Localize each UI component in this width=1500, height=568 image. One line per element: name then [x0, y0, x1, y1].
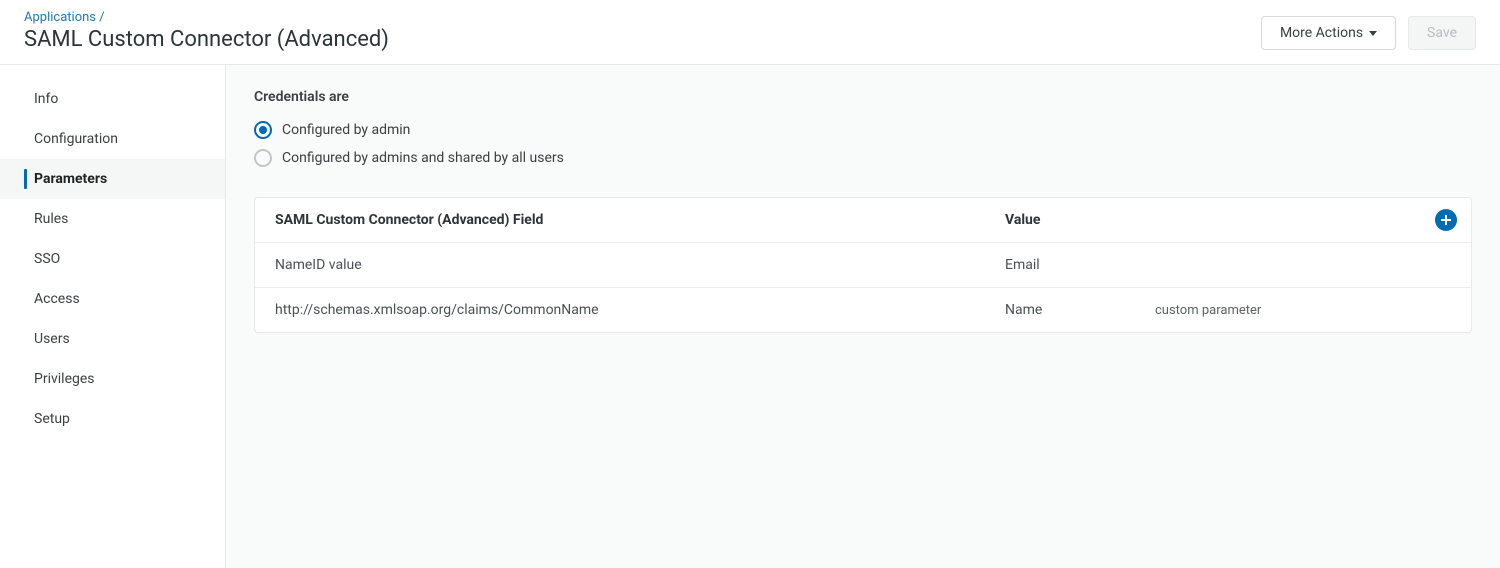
- header-left: Applications / SAML Custom Connector (Ad…: [24, 10, 389, 52]
- plus-icon: [1440, 214, 1452, 226]
- header-actions: More Actions Save: [1261, 10, 1476, 50]
- parameters-table: SAML Custom Connector (Advanced) Field V…: [254, 197, 1472, 333]
- sidebar-item-sso[interactable]: SSO: [0, 239, 225, 279]
- column-header-value: Value: [1005, 212, 1155, 228]
- sidebar-item-info[interactable]: Info: [0, 79, 225, 119]
- main-content: Credentials are Configured by admin Conf…: [226, 65, 1500, 568]
- more-actions-label: More Actions: [1280, 25, 1363, 41]
- sidebar-item-rules[interactable]: Rules: [0, 199, 225, 239]
- cell-value: Name: [1005, 302, 1155, 318]
- radio-configured-and-shared[interactable]: Configured by admins and shared by all u…: [254, 149, 1472, 167]
- save-label: Save: [1427, 25, 1457, 41]
- radio-label: Configured by admin: [282, 122, 410, 138]
- save-button[interactable]: Save: [1408, 16, 1476, 50]
- sidebar: Info Configuration Parameters Rules SSO …: [0, 65, 226, 568]
- sidebar-item-access[interactable]: Access: [0, 279, 225, 319]
- table-row[interactable]: http://schemas.xmlsoap.org/claims/Common…: [255, 288, 1471, 332]
- parameters-header-row: SAML Custom Connector (Advanced) Field V…: [255, 198, 1471, 243]
- radio-configured-by-admin[interactable]: Configured by admin: [254, 121, 1472, 139]
- sidebar-item-parameters[interactable]: Parameters: [0, 159, 225, 199]
- credentials-radio-group: Configured by admin Configured by admins…: [254, 121, 1472, 167]
- add-parameter-button[interactable]: [1435, 209, 1457, 231]
- column-header-field: SAML Custom Connector (Advanced) Field: [275, 212, 1005, 228]
- sidebar-item-setup[interactable]: Setup: [0, 399, 225, 439]
- credentials-heading: Credentials are: [254, 89, 1472, 105]
- cell-note: custom parameter: [1155, 303, 1451, 318]
- page-header: Applications / SAML Custom Connector (Ad…: [0, 0, 1500, 65]
- breadcrumb-separator: /: [99, 10, 104, 25]
- sidebar-item-configuration[interactable]: Configuration: [0, 119, 225, 159]
- more-actions-button[interactable]: More Actions: [1261, 16, 1396, 50]
- sidebar-item-privileges[interactable]: Privileges: [0, 359, 225, 399]
- cell-field: NameID value: [275, 257, 1005, 273]
- chevron-down-icon: [1369, 31, 1377, 36]
- page-title: SAML Custom Connector (Advanced): [24, 27, 389, 52]
- body-area: Info Configuration Parameters Rules SSO …: [0, 65, 1500, 568]
- cell-field: http://schemas.xmlsoap.org/claims/Common…: [275, 302, 1005, 318]
- radio-selected-icon: [254, 121, 272, 139]
- radio-label: Configured by admins and shared by all u…: [282, 150, 564, 166]
- radio-unselected-icon: [254, 149, 272, 167]
- table-row[interactable]: NameID value Email: [255, 243, 1471, 288]
- breadcrumb-parent-link[interactable]: Applications: [24, 10, 96, 25]
- cell-value: Email: [1005, 257, 1155, 273]
- breadcrumb: Applications /: [24, 10, 389, 25]
- sidebar-item-users[interactable]: Users: [0, 319, 225, 359]
